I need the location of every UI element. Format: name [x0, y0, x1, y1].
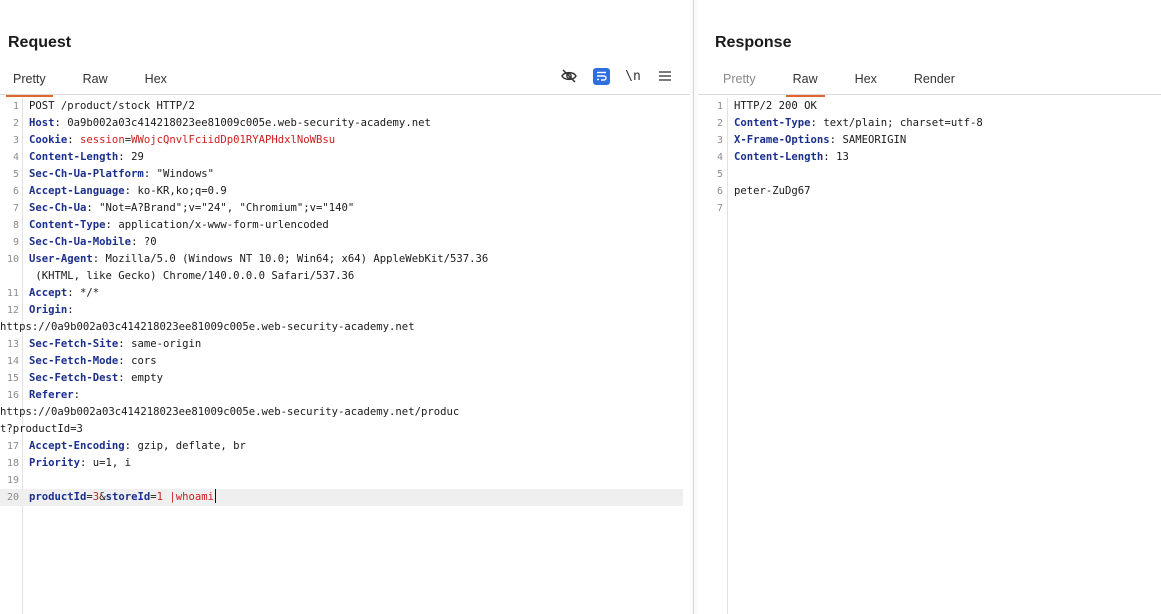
panel-splitter[interactable]: [690, 0, 698, 614]
tab-hex[interactable]: Hex: [138, 68, 174, 94]
request-line: 3 Cookie: session=WWojcQnvlFciidDp01RYAPH…: [12, 134, 336, 146]
request-body-line[interactable]: 20 productId=3&storeId=1 |whoami: [0, 489, 683, 506]
text-cursor: [215, 489, 217, 503]
tab-hex[interactable]: Hex: [848, 68, 884, 94]
request-line-continuation: https://0a9b002a03c414218023ee81009c005e…: [0, 406, 460, 418]
eye-slash-icon[interactable]: [556, 64, 582, 88]
request-line: 7 Sec-Ch-Ua: "Not=A?Brand";v="24", "Chrom…: [12, 202, 355, 214]
request-line: 5 Sec-Ch-Ua-Platform: "Windows": [12, 168, 214, 180]
cookie-name: session: [80, 134, 125, 146]
response-body: peter-ZuDg67: [734, 185, 811, 197]
response-tab-divider: [698, 94, 1161, 95]
request-title: Request: [8, 34, 72, 51]
response-line: 2 Content-Type: text/plain; charset=utf-8: [716, 117, 983, 129]
request-toolbar: \n: [550, 64, 678, 88]
request-line: 13 Sec-Fetch-Site: same-origin: [6, 338, 202, 350]
request-line-continuation: (KHTML, like Gecko) Chrome/140.0.0.0 Saf…: [29, 270, 355, 282]
newline-label: \n: [625, 68, 641, 84]
tab-render[interactable]: Render: [907, 68, 962, 94]
response-panel: Response Pretty Raw Hex Render 1 HTTP/2 2…: [698, 0, 1161, 614]
response-tabs: Pretty Raw Hex Render: [716, 68, 985, 97]
response-line: 3 X-Frame-Options: SAMEORIGIN: [716, 134, 907, 146]
response-line: 1 HTTP/2 200 OK: [716, 100, 817, 112]
request-line-continuation: https://0a9b002a03c414218023ee81009c005e…: [0, 321, 415, 333]
response-line: 5: [716, 169, 723, 180]
word-wrap-icon[interactable]: [588, 64, 614, 88]
request-line: 18 Priority: u=1, i: [6, 457, 132, 469]
request-line: 14 Sec-Fetch-Mode: cors: [6, 355, 157, 367]
request-line: 1 POST /product/stock HTTP/2: [12, 100, 195, 112]
request-line: 10 User-Agent: Mozilla/5.0 (Windows NT 10…: [6, 253, 489, 265]
request-line: 17 Accept-Encoding: gzip, deflate, br: [6, 440, 246, 452]
response-line: 6 peter-ZuDg67: [716, 185, 811, 197]
request-line: 16 Referer:: [6, 389, 81, 401]
request-line: 8 Content-Type: application/x-www-form-ur…: [12, 219, 329, 231]
newline-toggle[interactable]: \n: [620, 64, 646, 88]
request-tab-divider: [0, 94, 690, 95]
hamburger-menu-icon[interactable]: [652, 64, 678, 88]
cookie-value: WWojcQnvlFciidDp01RYAPHdxlNoWBsu: [131, 134, 336, 146]
response-title: Response: [715, 34, 792, 51]
request-line: 15 Sec-Fetch-Dest: empty: [6, 372, 163, 384]
request-line: 2 Host: 0a9b002a03c414218023ee81009c005e.…: [12, 117, 431, 129]
request-line: 11 Accept: */*: [6, 287, 100, 299]
response-line: 7: [716, 203, 723, 214]
request-line-continuation: t?productId=3: [0, 423, 83, 435]
tab-pretty[interactable]: Pretty: [6, 68, 53, 97]
tab-raw[interactable]: Raw: [785, 68, 825, 97]
request-line: 12 Origin:: [6, 304, 74, 316]
tab-pretty[interactable]: Pretty: [716, 68, 763, 94]
request-line: 6 Accept-Language: ko-KR,ko;q=0.9: [12, 185, 227, 197]
request-line: 19: [6, 475, 19, 486]
request-tabs: Pretty Raw Hex: [6, 68, 197, 97]
request-line: 4 Content-Length: 29: [12, 151, 144, 163]
request-line: 9 Sec-Ch-Ua-Mobile: ?0: [12, 236, 157, 248]
response-line: 4 Content-Length: 13: [716, 151, 849, 163]
request-editor[interactable]: 1 POST /product/stock HTTP/2 2 Host: 0a9b0…: [0, 98, 690, 614]
tab-raw[interactable]: Raw: [76, 68, 115, 94]
response-editor[interactable]: 1 HTTP/2 200 OK 2 Content-Type: text/plain…: [698, 98, 1161, 614]
request-panel: Request Pretty Raw Hex \n 1 POST /produc…: [0, 0, 690, 614]
